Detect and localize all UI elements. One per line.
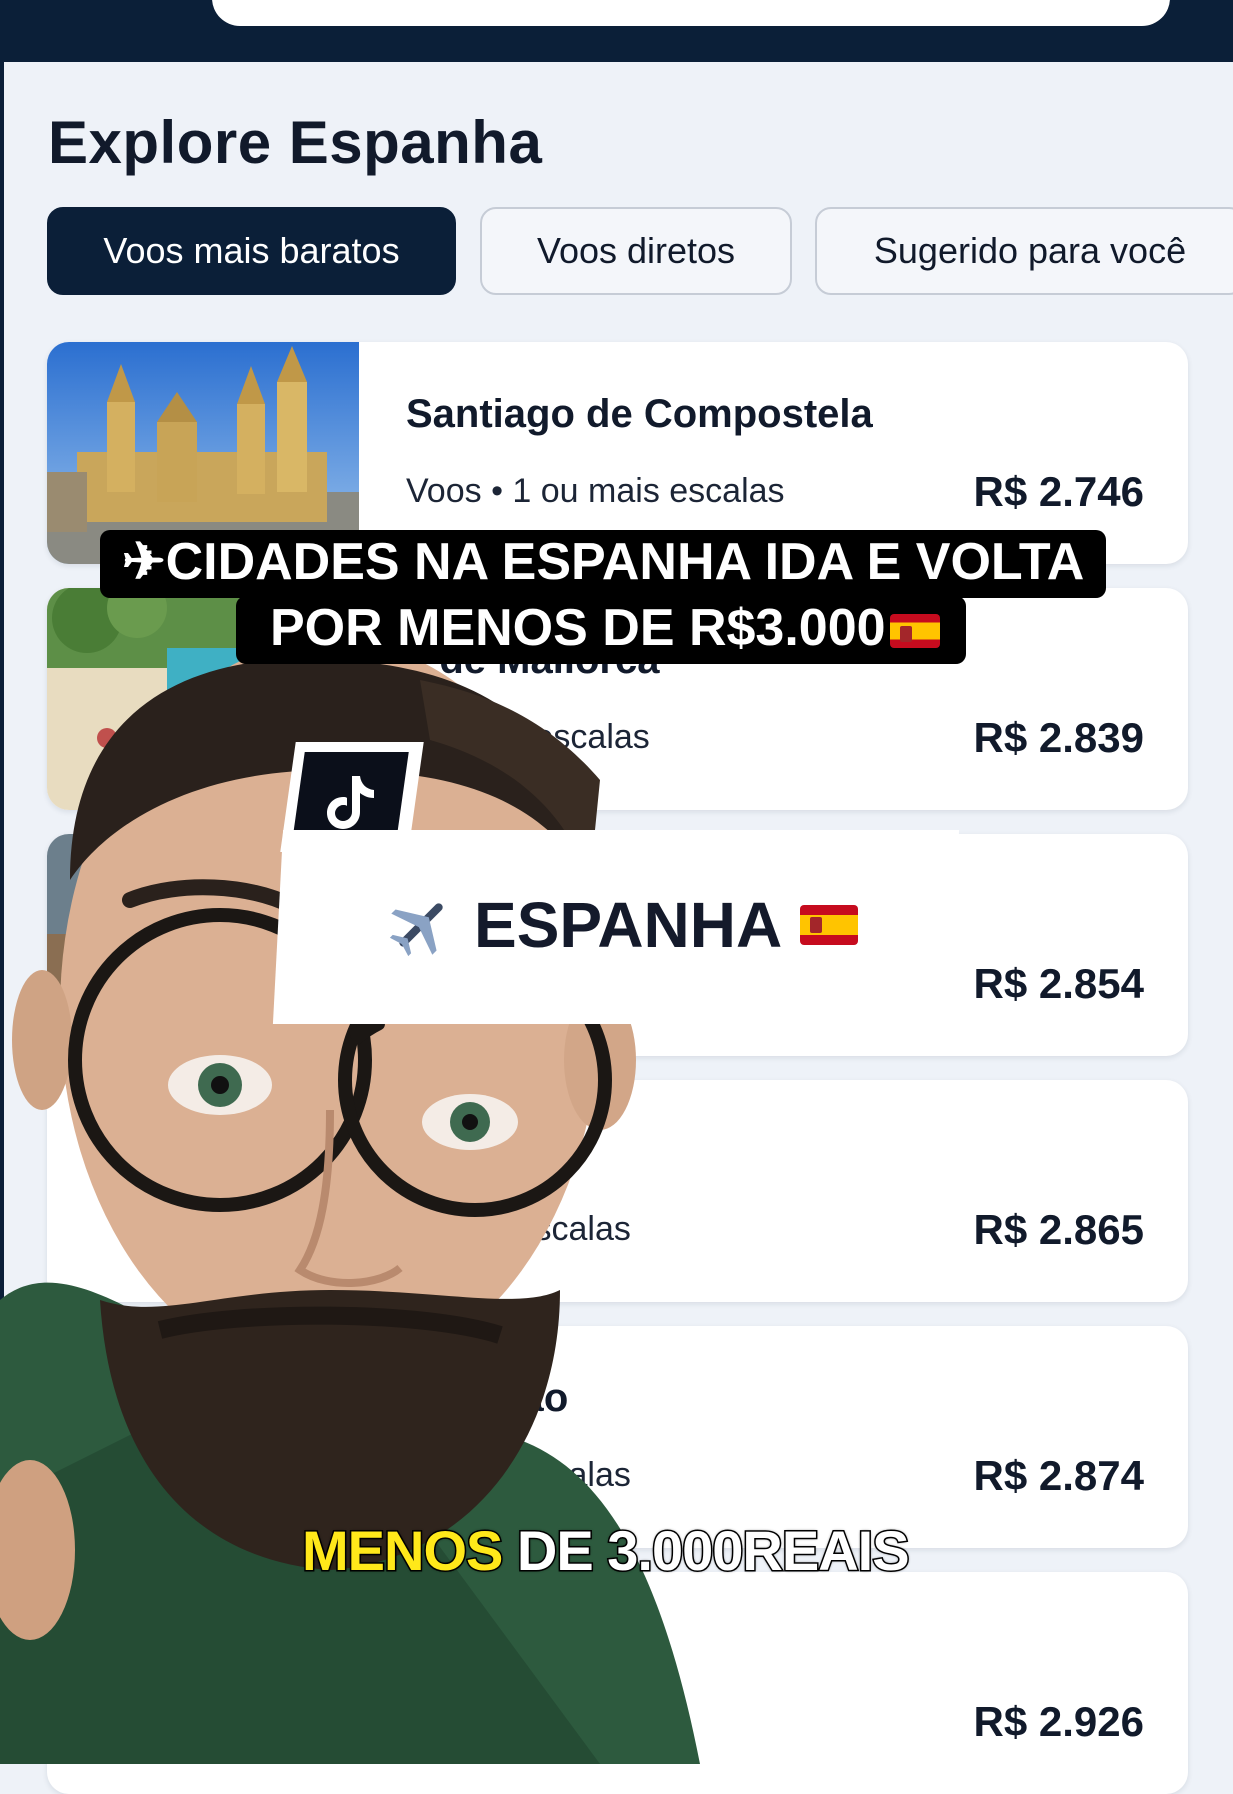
banner-label: ESPANHA bbox=[474, 889, 783, 961]
tiktok-logo-icon bbox=[327, 776, 374, 829]
airplane-icon: ✈ bbox=[122, 533, 166, 591]
caption-text: CIDADES NA ESPANHA IDA E VOLTA bbox=[165, 533, 1085, 591]
caption-line-1: ✈CIDADES NA ESPANHA IDA E VOLTA bbox=[100, 530, 1107, 598]
bottom-subtitle: MENOS DE 3.000REAIS bbox=[300, 1518, 911, 1584]
espanha-banner-text: ESPANHA bbox=[386, 888, 859, 962]
caption-text: POR MENOS DE R$3.000 bbox=[270, 599, 886, 657]
airplane-icon bbox=[389, 903, 443, 957]
subtitle-highlight: MENOS bbox=[300, 1518, 504, 1584]
spain-flag-icon bbox=[800, 905, 859, 945]
subtitle-text: DE 3.000REAIS bbox=[502, 1518, 911, 1584]
spain-flag-icon bbox=[889, 614, 940, 649]
caption-line-2: POR MENOS DE R$3.000 bbox=[236, 596, 966, 664]
